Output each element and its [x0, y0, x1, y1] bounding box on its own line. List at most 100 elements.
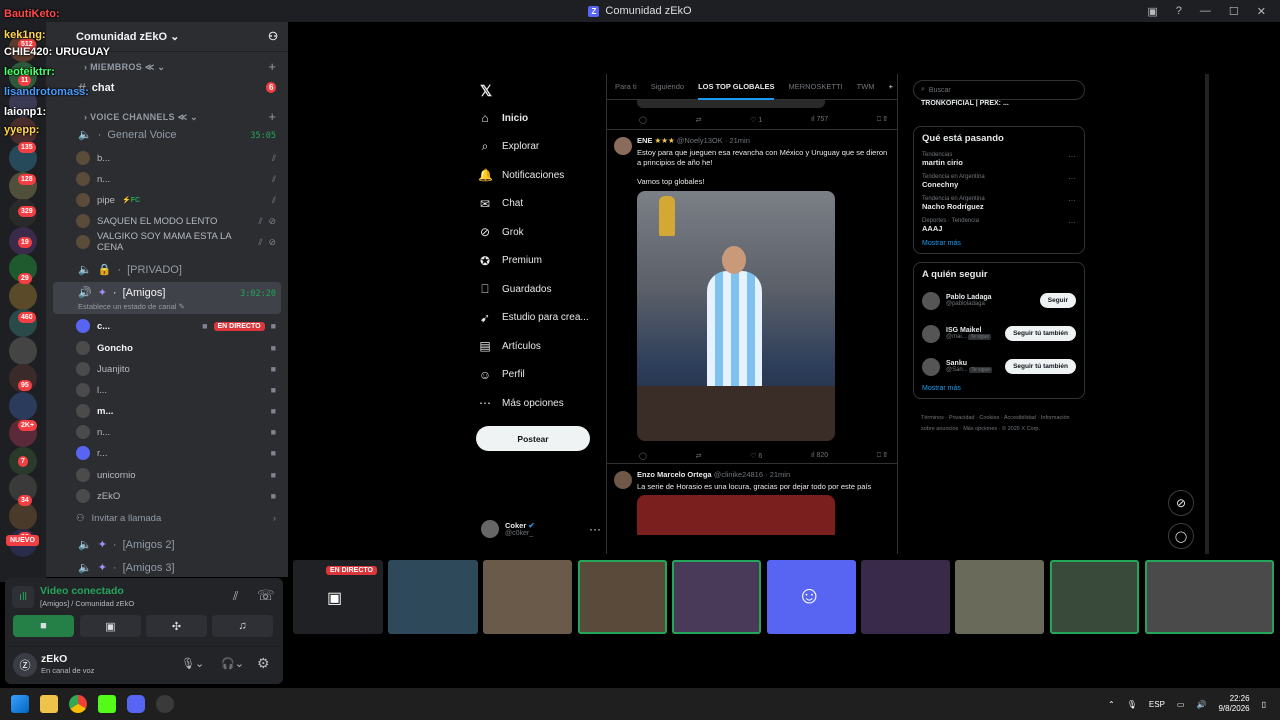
voice-user[interactable]: pipe ⚡FC ⫽ [76, 190, 276, 210]
footer-link[interactable]: Cookies [979, 415, 999, 421]
camera-button[interactable]: ■ [13, 615, 74, 637]
participant-tile[interactable] [955, 560, 1044, 634]
category-voice[interactable]: › VOICE CHANNELS ≪ ⌄ [84, 112, 198, 123]
bookmark-icon[interactable]: ⎕ ⇧ [877, 116, 887, 124]
soundboard-button[interactable]: ♫ [212, 615, 273, 637]
channel-general-voice[interactable]: 🔈 · General Voice [78, 128, 176, 142]
help-icon[interactable]: ? [1176, 5, 1182, 17]
feed-tab[interactable]: Siguiendo [651, 82, 684, 91]
x-nav-item[interactable]: 🔔 Notificaciones [478, 161, 608, 190]
follow-button[interactable]: Seguir tú también [1005, 326, 1076, 341]
activities-button[interactable]: ✣ [146, 615, 207, 637]
volume-icon[interactable]: 🔊 [1196, 700, 1206, 709]
channel-amigos[interactable]: 🔊 ✦ · [Amigos] [78, 286, 165, 300]
more-icon[interactable]: ··· [1068, 174, 1076, 183]
participant-tile[interactable]: EN DIRECTO ▣ [293, 560, 383, 634]
participant-tile[interactable] [1050, 560, 1139, 634]
channel-status[interactable]: Establece un estado de canal ✎ [78, 302, 185, 311]
follow-suggestion[interactable]: Pablo Ladaga @pabloladaga Seguir [922, 284, 1076, 317]
voice-user[interactable]: c... ■ EN DIRECTO ■ [76, 316, 276, 336]
headphones-icon[interactable]: 🎧⌄ [221, 657, 244, 670]
voice-user[interactable]: n... ■ [76, 422, 276, 442]
retweet-icon[interactable]: ⇄ [696, 452, 702, 460]
previous-tweet[interactable]: ◯ ⇄ ♡ 1 ıl 757 ⎕ ⇧ [607, 100, 897, 130]
follow-suggestion[interactable]: Sanku @San... Te sigue Seguir tú también [922, 350, 1076, 383]
language-indicator[interactable]: ESP [1149, 700, 1165, 709]
windows-start-icon[interactable] [11, 695, 29, 713]
voice-user[interactable]: n... ⫽ [76, 169, 276, 189]
participant-tile[interactable] [1145, 560, 1274, 634]
add-tab-icon[interactable]: + [889, 82, 893, 91]
disconnect-icon[interactable]: ☏ [257, 587, 275, 604]
network-icon[interactable]: ▭ [1177, 700, 1185, 709]
grok-float-icon[interactable]: ⊘ [1168, 490, 1194, 516]
participant-tile[interactable] [388, 560, 478, 634]
channel-amigos-2[interactable]: 🔈 ✦ · [Amigos 2] [78, 538, 175, 552]
views-icon[interactable]: ıl 820 [811, 452, 828, 460]
like-icon[interactable]: ♡ 6 [750, 452, 762, 460]
x-nav-item[interactable]: ✪ Premium [478, 247, 608, 276]
chrome-icon[interactable] [69, 695, 87, 713]
x-logo-icon[interactable]: 𝕏 [480, 82, 492, 100]
footer-link[interactable]: © 2026 X Corp. [1002, 426, 1040, 432]
add-member-icon[interactable]: ⚇ [268, 30, 278, 43]
x-nav-item[interactable]: ⌂ Inicio [478, 104, 608, 133]
server-icon[interactable] [9, 391, 37, 420]
feed-tab[interactable]: LOS TOP GLOBALES [698, 74, 775, 100]
tweet-image[interactable] [637, 191, 835, 441]
participant-tile[interactable] [672, 560, 761, 634]
footer-link[interactable]: Términos [921, 415, 944, 421]
maximize-button[interactable]: ☐ [1229, 5, 1239, 18]
footer-link[interactable]: Privacidad [949, 415, 975, 421]
x-profile[interactable]: Coker ✔ @c0ker_ ··· [481, 520, 601, 538]
follow-button[interactable]: Seguir tú también [1005, 359, 1076, 374]
kick-icon[interactable] [98, 695, 116, 713]
add-channel-icon[interactable]: + [268, 59, 276, 74]
category-members[interactable]: › MIEMBROS ≪ ⌄ [84, 62, 165, 73]
server-icon[interactable] [9, 336, 37, 365]
inbox-icon[interactable]: ▣ [1147, 5, 1157, 18]
search-input[interactable]: ⌕ Buscar [913, 80, 1085, 100]
feed-tab[interactable]: TWM [857, 82, 875, 91]
voice-user[interactable]: SAQUEN EL MODO LENTO ⫽ ⊘ [76, 211, 276, 231]
screen-share-button[interactable]: ▣ [80, 615, 141, 637]
more-icon[interactable]: ··· [1068, 152, 1076, 161]
minimize-button[interactable]: — [1200, 5, 1211, 17]
x-nav-item[interactable]: ⋯ Más opciones [478, 389, 608, 418]
bookmark-icon[interactable]: ⎕ ⇧ [877, 452, 887, 460]
voice-user[interactable]: m... ■ [76, 401, 276, 421]
like-icon[interactable]: ♡ 1 [750, 116, 762, 124]
voice-status[interactable]: Video conectado [40, 585, 124, 597]
footer-link[interactable]: Accesibilidad [1004, 415, 1036, 421]
trend-item[interactable]: Tendencia en Argentina Nacho Rodríguez ··· [922, 196, 1076, 211]
follow-button[interactable]: Seguir [1039, 293, 1076, 308]
footer-link[interactable]: Más opciones [963, 426, 997, 432]
more-icon[interactable]: ··· [589, 522, 601, 536]
post-button[interactable]: Postear [476, 426, 590, 451]
show-more-link[interactable]: Mostrar más [922, 240, 1076, 247]
microphone-icon[interactable]: 🎙 [1127, 700, 1137, 709]
noise-suppression-icon[interactable]: ⫽ [233, 589, 238, 604]
x-nav-item[interactable]: ⎕ Guardados [478, 275, 608, 304]
x-nav-item[interactable]: ⊘ Grok [478, 218, 608, 247]
spaces-live[interactable]: TRONKOFICIAL | PREX: ... [913, 100, 1009, 107]
scrollbar[interactable] [1205, 74, 1209, 554]
tweet[interactable]: Enzo Marcelo Ortega @clinike24816 · 21mi… [607, 464, 897, 535]
channel-privado[interactable]: 🔈 🔒 · [PRIVADO] [78, 263, 182, 277]
clock[interactable]: 22:26 9/8/2026 [1218, 694, 1249, 714]
file-explorer-icon[interactable] [40, 695, 58, 713]
server-icon[interactable] [9, 281, 37, 310]
microphone-icon[interactable]: 🎙⌄ [181, 657, 204, 670]
discord-icon[interactable] [127, 695, 145, 713]
views-icon[interactable]: ıl 757 [811, 116, 828, 124]
tweet-image[interactable] [637, 495, 835, 535]
x-nav-item[interactable]: ➹ Estudio para crea... [478, 304, 608, 333]
add-voice-channel-icon[interactable]: + [268, 109, 276, 124]
invite-to-call[interactable]: ⚇ Invitar a llamada › [76, 508, 276, 528]
voice-user[interactable]: r... ■ [76, 443, 276, 463]
chevron-up-icon[interactable]: ⌃ [1108, 700, 1115, 709]
tweet[interactable]: ENE ★★★ @Noely13OK · 21min Estoy para qu… [607, 130, 897, 464]
x-nav-item[interactable]: ✉ Chat [478, 190, 608, 219]
signal-icon[interactable]: ıll [12, 586, 34, 608]
trend-item[interactable]: Tendencia en Argentina Conechny ··· [922, 174, 1076, 189]
